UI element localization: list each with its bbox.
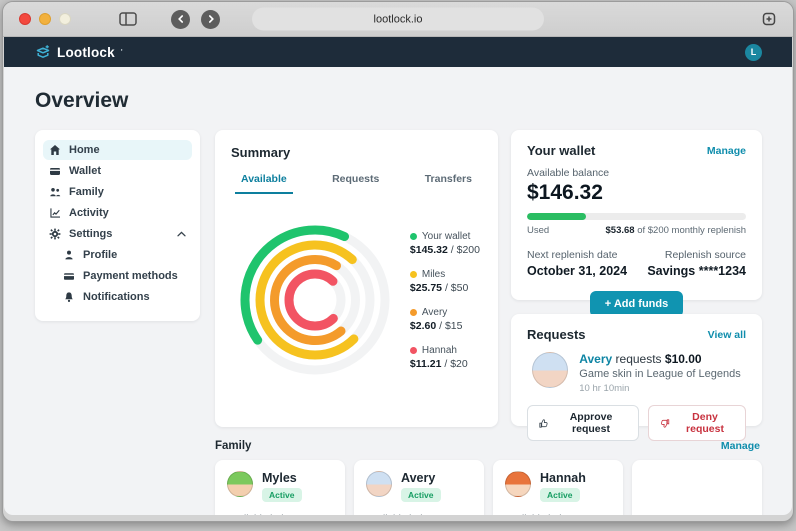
status-badge: Active [401, 488, 441, 502]
main-content: Overview Home Wallet Family [4, 67, 792, 515]
sidebar-item-activity[interactable]: Activity [43, 203, 192, 223]
back-icon [171, 10, 190, 29]
status-badge: Active [540, 488, 580, 502]
payment-icon [63, 270, 75, 282]
thumbs-down-icon [660, 418, 670, 429]
member-card-hannah[interactable]: Hannah Active Available balance [493, 460, 623, 515]
family-section-title: Family [215, 440, 251, 452]
avatar-avery-small [366, 471, 392, 497]
requests-card: Requests View all Avery requests $10.00 … [511, 314, 762, 426]
request-description: Game skin in League of Legends [579, 368, 740, 380]
url-text: lootlock.io [374, 13, 423, 25]
legend-item: Avery $2.60 / $15 [410, 307, 480, 332]
brand-mark: ' [121, 49, 123, 56]
app-header: Lootlock ' L [4, 37, 792, 67]
sidebar-item-home[interactable]: Home [43, 140, 192, 160]
sidebar-item-family[interactable]: Family [43, 182, 192, 202]
wallet-progress-fill [527, 213, 586, 220]
view-all-link[interactable]: View all [708, 329, 746, 341]
settings-icon [49, 228, 61, 240]
summary-tabs: Available Requests Transfers [231, 173, 482, 194]
replenish-date: October 31, 2024 [527, 264, 627, 278]
forward-button[interactable] [201, 10, 220, 29]
summary-title: Summary [231, 145, 482, 160]
minimize-button[interactable] [39, 13, 51, 25]
request-time: 10 hr 10min [579, 383, 740, 394]
wallet-title: Your wallet [527, 143, 595, 158]
family-manage-link[interactable]: Manage [721, 440, 760, 452]
request-summary: Avery requests $10.00 [579, 352, 740, 366]
replenish-date-block: Next replenish date October 31, 2024 [527, 249, 627, 278]
profile-icon [63, 249, 75, 261]
sidebar-item-payment-methods[interactable]: Payment methods [43, 266, 192, 286]
avatar-hannah [505, 471, 531, 497]
legend-dot-hannah [410, 347, 417, 354]
window-controls [19, 13, 71, 25]
notifications-icon [63, 291, 75, 303]
used-detail: $53.68 of $200 monthly replenish [606, 225, 747, 236]
replenish-source: Savings ****1234 [647, 264, 746, 278]
legend-dot-your-wallet [410, 233, 417, 240]
request-item: Avery requests $10.00 Game skin in Leagu… [527, 352, 746, 394]
browser-chrome: lootlock.io [3, 2, 793, 37]
family-icon [49, 186, 61, 198]
sidebar-toggle-icon[interactable] [119, 12, 137, 26]
member-card-myles[interactable]: Myles Active Available balance [215, 460, 345, 515]
home-icon [49, 144, 61, 156]
chart-legend: Your wallet $145.32 / $200 Miles $25.75 … [410, 231, 482, 370]
legend-dot-avery [410, 309, 417, 316]
thumbs-up-icon [539, 418, 549, 429]
page-title: Overview [35, 89, 762, 113]
tab-transfers[interactable]: Transfers [419, 173, 478, 194]
sidebar-item-notifications[interactable]: Notifications [43, 287, 192, 307]
zoom-button[interactable] [59, 13, 71, 25]
available-balance: $146.32 [527, 181, 746, 205]
legend-item: Miles $25.75 / $50 [410, 269, 480, 294]
used-label: Used [527, 225, 549, 236]
new-tab-icon[interactable] [761, 11, 777, 27]
activity-icon [49, 207, 61, 219]
wallet-manage-link[interactable]: Manage [707, 145, 746, 157]
tab-available[interactable]: Available [235, 173, 293, 194]
app-viewport: Lootlock ' L Overview Home Wallet [4, 37, 792, 515]
member-card-avery[interactable]: Avery Active Available balance [354, 460, 484, 515]
lootlock-logo-icon [35, 44, 51, 60]
legend-item: Your wallet $145.32 / $200 [410, 231, 480, 256]
radial-balance-chart [231, 216, 399, 384]
address-bar[interactable]: lootlock.io [252, 8, 544, 31]
forward-icon [201, 10, 220, 29]
chevron-up-icon [177, 231, 186, 237]
user-avatar[interactable]: L [745, 44, 762, 61]
summary-card: Summary Available Requests Transfers [215, 130, 498, 427]
monthly-usage-bar [527, 213, 746, 220]
brand-logo[interactable]: Lootlock ' [35, 44, 123, 60]
family-cards: Myles Active Available balance Avery [215, 460, 762, 515]
your-wallet-card: Your wallet Manage Available balance $14… [511, 130, 762, 300]
sidebar-item-wallet[interactable]: Wallet [43, 161, 192, 181]
tab-requests[interactable]: Requests [326, 173, 385, 194]
brand-name: Lootlock [57, 45, 115, 60]
legend-item: Hannah $11.21 / $20 [410, 345, 480, 370]
legend-dot-miles [410, 271, 417, 278]
wallet-icon [49, 165, 61, 177]
balance-label: Available balance [527, 167, 746, 179]
replenish-source-block: Replenish source Savings ****1234 [647, 249, 746, 278]
sidebar-nav: Home Wallet Family Activity [35, 130, 200, 321]
avatar-myles [227, 471, 253, 497]
close-button[interactable] [19, 13, 31, 25]
member-card-extra[interactable] [632, 460, 762, 515]
sidebar-item-profile[interactable]: Profile [43, 245, 192, 265]
browser-window: lootlock.io Lootlock ' L Overview Home [2, 1, 794, 522]
sidebar-item-settings[interactable]: Settings [43, 224, 192, 244]
requests-title: Requests [527, 327, 586, 342]
avatar-avery [532, 352, 568, 388]
deny-request-button[interactable]: Deny request [648, 405, 746, 441]
back-button[interactable] [171, 10, 190, 29]
status-badge: Active [262, 488, 302, 502]
approve-request-button[interactable]: Approve request [527, 405, 639, 441]
